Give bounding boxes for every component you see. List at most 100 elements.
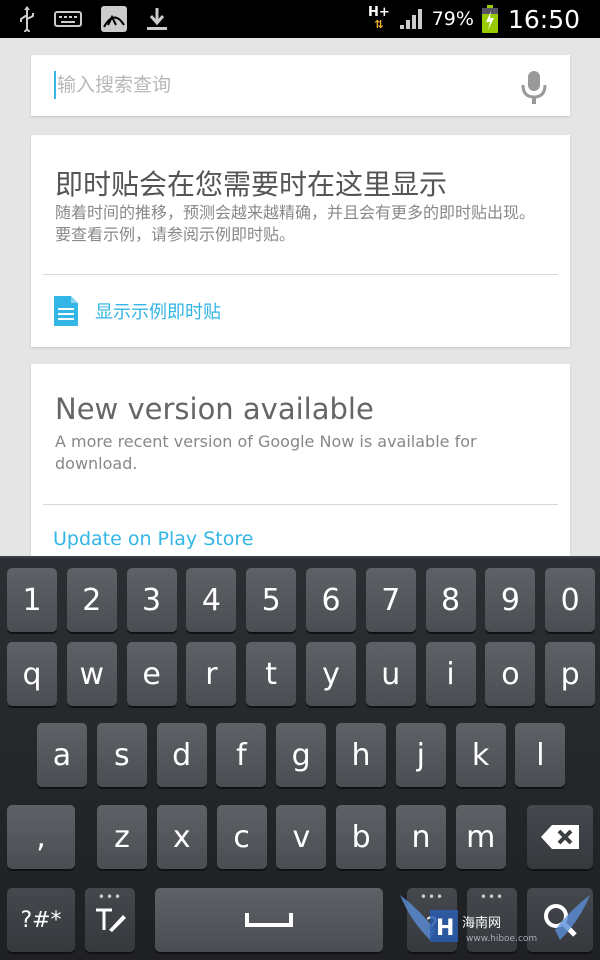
card-description: 随着时间的推移，预测会越来越精确，并且会有更多的即时贴出现。要查看示例，请参阅示… (55, 203, 536, 244)
key-1[interactable]: 1 (7, 568, 57, 632)
key-label: b (351, 819, 371, 855)
key-r[interactable]: r (186, 642, 237, 706)
more-dots: ••• (419, 890, 445, 904)
backspace-key[interactable] (527, 805, 593, 869)
key-label: 3 (142, 582, 162, 618)
key-x[interactable]: x (156, 805, 207, 869)
search-input[interactable] (57, 65, 497, 105)
key-2[interactable]: 2 (66, 568, 117, 632)
key-label: 1 (22, 582, 42, 618)
key-b[interactable]: b (336, 805, 387, 869)
key-n[interactable]: n (396, 805, 446, 869)
search-box[interactable] (31, 55, 570, 116)
key-label: z (114, 819, 130, 855)
key-label: p (560, 656, 580, 692)
download-icon (147, 8, 167, 30)
key-comma[interactable]: , (7, 805, 75, 869)
key-e[interactable]: e (126, 642, 177, 706)
key-label: h (351, 737, 371, 773)
search-icon (544, 904, 577, 937)
show-sample-cards-button[interactable]: 显示示例即时贴 (53, 295, 221, 327)
key-label: 7 (381, 582, 401, 618)
key-label: u (381, 656, 401, 692)
key-label: 2 (82, 582, 102, 618)
soft-keyboard: ?#* ••• ••• ? ••• 1 2 3 456 7 8 9 0 q w erty u i o p a… (0, 556, 600, 960)
key-3[interactable]: 3 (126, 568, 177, 632)
key-9[interactable]: 9 (485, 568, 536, 632)
data-arrows-icon: ⇅ (374, 18, 384, 31)
text-settings-key[interactable]: ••• (85, 888, 135, 952)
key-label: m (466, 819, 496, 855)
search-key[interactable] (527, 888, 593, 952)
microphone-icon[interactable] (518, 69, 550, 105)
key-h[interactable]: h (336, 723, 386, 787)
card-title: 即时贴会在您需要时在这里显示 (55, 168, 448, 201)
key-label: e (142, 656, 161, 692)
key-4[interactable]: 4 (186, 568, 237, 632)
key-7[interactable]: 7 (365, 568, 416, 632)
status-bar: H+ ⇅ 79% 16:50 (0, 0, 600, 38)
key-t[interactable]: t (246, 642, 297, 706)
key-5[interactable]: 5 (246, 568, 297, 632)
key-label: 6 (321, 582, 341, 618)
key-a[interactable]: a (37, 723, 87, 787)
key-label: w (79, 656, 105, 692)
key-v[interactable]: v (276, 805, 327, 869)
key-label: q (22, 656, 42, 692)
key-label: v (292, 819, 311, 855)
key-label: k (471, 737, 490, 773)
key-l[interactable]: l (515, 723, 566, 787)
update-on-play-store-link[interactable]: Update on Play Store (53, 528, 253, 550)
card-title: New version available (55, 392, 374, 426)
space-key[interactable] (155, 888, 383, 952)
key-g[interactable]: g (276, 723, 327, 787)
punctuation-key-label: ? (425, 912, 439, 940)
key-label: 0 (560, 582, 580, 618)
more-dots: ••• (97, 890, 123, 904)
punctuation-key[interactable]: ••• ? (407, 888, 457, 952)
key-z[interactable]: z (97, 805, 147, 869)
key-p[interactable]: p (545, 642, 596, 706)
key-f[interactable]: f (216, 723, 267, 787)
system-icons: H+ ⇅ 79% 16:50 (368, 0, 580, 38)
key-label: c (233, 819, 250, 855)
divider (43, 504, 558, 505)
key-k[interactable]: k (455, 723, 506, 787)
key-label: 8 (441, 582, 461, 618)
key-c[interactable]: c (216, 805, 267, 869)
more-dots: ••• (479, 890, 505, 904)
key-j[interactable]: j (395, 723, 446, 787)
battery-charging-icon (481, 5, 498, 33)
key-m[interactable]: m (455, 805, 506, 869)
now-cards-intro-card: 即时贴会在您需要时在这里显示 随着时间的推移，预测会越来越精确，并且会有更多的即… (31, 135, 570, 347)
network-indicator: H+ ⇅ (368, 6, 390, 31)
key-8[interactable]: 8 (425, 568, 476, 632)
key-label: o (501, 656, 520, 692)
show-sample-cards-label: 显示示例即时贴 (95, 302, 221, 323)
key-label: 4 (201, 582, 221, 618)
key-d[interactable]: d (156, 723, 207, 787)
document-icon (54, 296, 78, 326)
clock: 16:50 (507, 4, 580, 34)
key-label: 9 (500, 582, 520, 618)
key-y[interactable]: y (306, 642, 356, 706)
key-label: g (291, 737, 311, 773)
space-icon (245, 913, 293, 927)
symbols-key[interactable]: ?#* (7, 888, 75, 952)
language-key[interactable]: ••• (467, 888, 517, 952)
update-link-label: Update on Play Store (53, 528, 254, 550)
key-label: f (236, 737, 247, 773)
key-6[interactable]: 6 (306, 568, 356, 632)
key-0[interactable]: 0 (545, 568, 596, 632)
key-label: i (446, 656, 455, 692)
key-w[interactable]: w (66, 642, 117, 706)
text-cursor (54, 71, 56, 99)
key-label: y (322, 656, 340, 692)
key-o[interactable]: o (485, 642, 536, 706)
key-i[interactable]: i (425, 642, 476, 706)
key-label: n (411, 819, 431, 855)
key-u[interactable]: u (365, 642, 416, 706)
key-q[interactable]: q (7, 642, 57, 706)
key-s[interactable]: s (96, 723, 147, 787)
gallery-icon (101, 6, 127, 32)
